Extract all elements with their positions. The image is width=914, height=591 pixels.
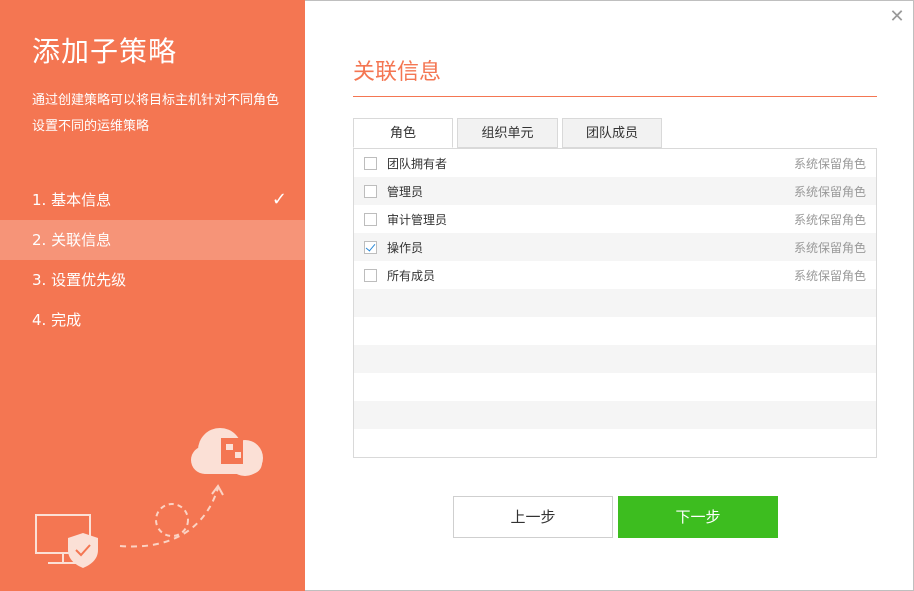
list-item[interactable]: 所有成员 系统保留角色 <box>354 261 876 289</box>
role-name: 所有成员 <box>387 268 436 283</box>
wizard-description: 通过创建策略可以将目标主机针对不同角色设置不同的运维策略 <box>32 93 280 134</box>
role-name: 管理员 <box>387 184 424 199</box>
empty-row <box>354 401 876 429</box>
tab-team-members[interactable]: 团队成员 <box>562 118 662 148</box>
step-finish: 4. 完成 <box>0 300 305 340</box>
cloud-security-illustration <box>35 428 263 568</box>
role-tag: 系统保留角色 <box>793 268 866 283</box>
section-divider <box>353 96 877 97</box>
empty-row <box>354 289 876 317</box>
role-tag: 系统保留角色 <box>793 184 866 199</box>
section-title: 关联信息 <box>353 60 442 85</box>
tab-bar: 角色 组织单元 团队成员 <box>353 118 666 148</box>
role-tag: 系统保留角色 <box>793 240 866 255</box>
role-name: 审计管理员 <box>387 212 448 227</box>
role-checkbox[interactable] <box>364 212 377 226</box>
step-list: 1. 基本信息 ✓ 2. 关联信息 3. 设置优先级 4. 完成 <box>0 180 305 340</box>
next-button[interactable]: 下一步 <box>618 496 778 538</box>
step-label: 1. 基本信息 <box>32 191 112 209</box>
list-item[interactable]: 团队拥有者 系统保留角色 <box>354 149 876 177</box>
role-tag: 系统保留角色 <box>793 212 866 227</box>
empty-row <box>354 345 876 373</box>
step-basic-info: 1. 基本信息 ✓ <box>0 180 305 220</box>
empty-row <box>354 317 876 345</box>
list-item[interactable]: 管理员 系统保留角色 <box>354 177 876 205</box>
close-icon[interactable]: ✕ <box>888 8 906 26</box>
prev-button[interactable]: 上一步 <box>453 496 613 538</box>
role-list: 团队拥有者 系统保留角色 管理员 系统保留角色 审计管理员 系统保留角色 操作员… <box>353 148 877 458</box>
step-priority: 3. 设置优先级 <box>0 260 305 300</box>
list-item[interactable]: 操作员 系统保留角色 <box>354 233 876 261</box>
step-related-info: 2. 关联信息 <box>0 220 305 260</box>
role-tag: 系统保留角色 <box>793 156 866 171</box>
cloud-icon <box>191 428 263 476</box>
list-item[interactable]: 审计管理员 系统保留角色 <box>354 205 876 233</box>
tab-org-units[interactable]: 组织单元 <box>457 118 558 148</box>
step-label: 3. 设置优先级 <box>32 271 127 289</box>
wizard-sidebar: 添加子策略 通过创建策略可以将目标主机针对不同角色设置不同的运维策略 1. 基本… <box>0 0 305 591</box>
role-checkbox[interactable] <box>364 240 377 254</box>
role-name: 团队拥有者 <box>387 156 448 171</box>
step-label: 4. 完成 <box>32 311 82 329</box>
empty-row <box>354 373 876 401</box>
empty-row <box>354 429 876 457</box>
role-checkbox[interactable] <box>364 268 377 282</box>
step-label: 2. 关联信息 <box>32 231 112 249</box>
wizard-title: 添加子策略 <box>32 35 178 68</box>
role-checkbox[interactable] <box>364 156 377 170</box>
role-checkbox[interactable] <box>364 184 377 198</box>
role-name: 操作员 <box>387 240 424 255</box>
tab-roles[interactable]: 角色 <box>353 118 453 148</box>
check-icon: ✓ <box>271 189 287 210</box>
